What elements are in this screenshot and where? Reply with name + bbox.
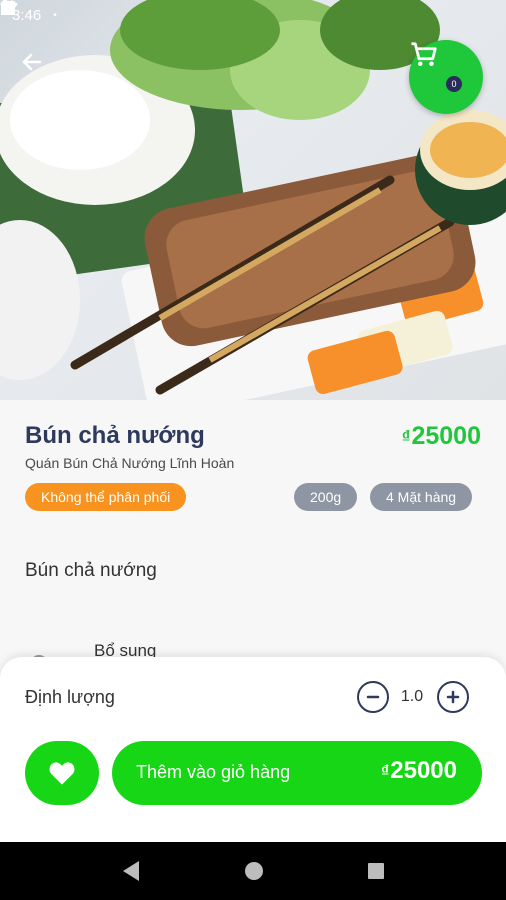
dot-icon: • [53,9,57,21]
notification-icons: • [1,0,57,21]
product-title: Bún chả nướng [25,422,205,449]
nav-back-icon[interactable] [121,860,141,882]
add-to-cart-price: ₫25000 [381,757,457,785]
decrease-quantity-button[interactable] [357,681,389,713]
back-button[interactable] [20,50,52,82]
availability-badge: Không thể phân phối [25,483,187,511]
increase-quantity-button[interactable] [437,681,469,713]
status-bar: 3:46 • [0,0,506,30]
currency-symbol: ₫ [381,763,390,780]
weight-badge: 200g [294,483,358,511]
add-to-cart-label: Thêm vào giỏ hàng [136,762,291,782]
store-name: Quán Bún Chả Nướng Lĩnh Hoàn [25,455,235,471]
plus-icon [446,690,460,704]
minus-icon [366,695,380,699]
product-price: ₫25000 [402,422,481,451]
battery-icon [1,0,9,15]
nav-home-icon[interactable] [244,861,264,881]
total-price: 25000 [390,757,457,784]
heart-icon [49,762,75,785]
cart-count-badge: 0 [446,76,462,92]
product-description: Bún chả nướng [25,560,157,581]
bottom-sheet: Định lượng 1.0 Thêm vào giỏ hàng ₫25000 [0,657,506,842]
product-detail-screen: 3:46 • 0 Bún chả nướng ₫25000 Quán Bún C… [0,0,506,900]
price-value: 25000 [411,422,481,450]
favorite-button[interactable] [25,741,99,805]
quantity-label: Định lượng [25,687,115,707]
add-to-cart-button[interactable]: Thêm vào giỏ hàng ₫25000 [112,741,482,805]
product-image: 3:46 • 0 [0,0,506,400]
cart-button[interactable]: 0 [409,40,483,114]
navigation-bar [0,842,506,900]
quantity-value: 1.0 [400,688,424,705]
cart-icon [411,42,437,66]
nav-recents-icon[interactable] [367,862,385,880]
items-badge: 4 Mặt hàng [370,483,473,511]
back-arrow-icon [22,53,42,71]
currency-symbol: ₫ [401,427,411,446]
